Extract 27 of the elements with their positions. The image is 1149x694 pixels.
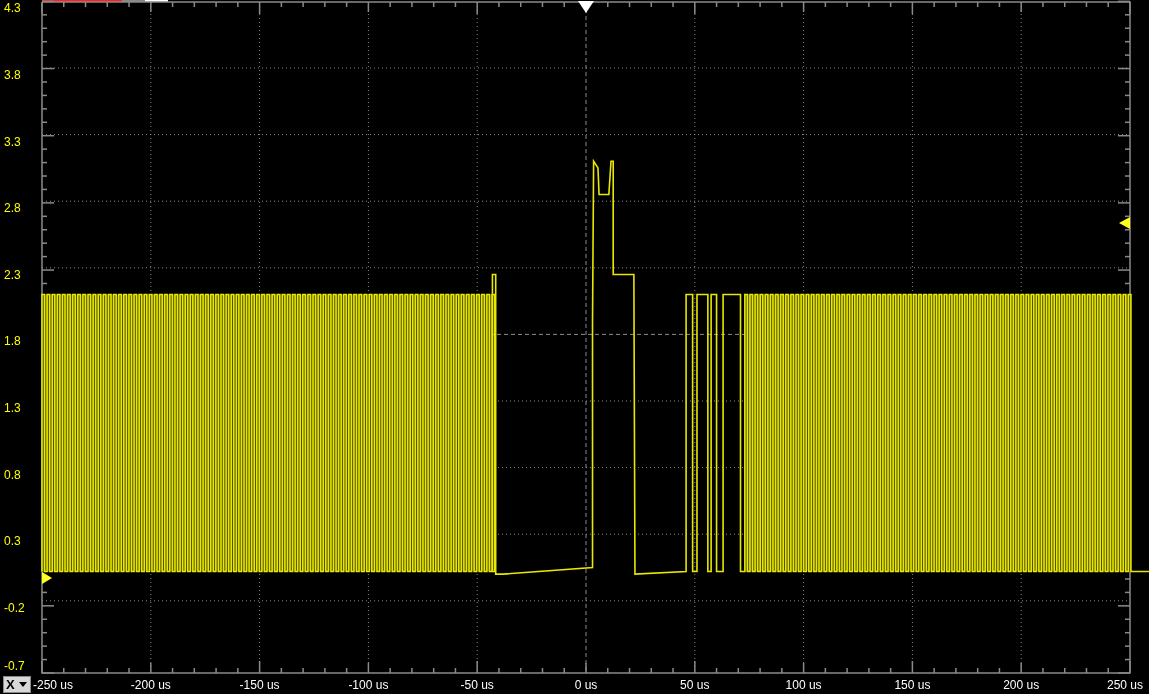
x-axis-label: -200 us bbox=[130, 678, 171, 692]
y-axis-label: 0.8 bbox=[4, 467, 21, 482]
y-axis-label: 1.8 bbox=[4, 334, 21, 349]
y-axis-label: 3.8 bbox=[4, 68, 21, 82]
y-axis-label: 4.3 bbox=[4, 1, 21, 16]
x-axis-label: 200 us bbox=[1003, 678, 1040, 692]
x-axis-label: 50 us bbox=[680, 678, 710, 692]
x-axis-label: 150 us bbox=[894, 678, 931, 692]
x-axis-label: -100 us bbox=[348, 678, 389, 692]
y-axis-label: 2.3 bbox=[4, 267, 21, 282]
trigger-marker-icon[interactable] bbox=[578, 1, 594, 13]
y-axis-label: 0.3 bbox=[4, 534, 21, 549]
x-axis-label: 0 us bbox=[574, 678, 598, 692]
x-axis-label: 250 us bbox=[1106, 678, 1143, 692]
y-axis-label: -0.2 bbox=[4, 600, 25, 615]
y-axis-label: 2.8 bbox=[4, 201, 21, 216]
x-axis-label: -150 us bbox=[239, 678, 280, 692]
y-axis-label: -0.7 bbox=[4, 659, 25, 673]
y-axis-label: 3.3 bbox=[4, 134, 21, 149]
y-axis-label: 1.3 bbox=[4, 401, 21, 415]
x-axis-label: -50 us bbox=[460, 678, 494, 692]
x-axis-label: -250 us bbox=[33, 678, 74, 692]
axis-selector[interactable]: X bbox=[3, 676, 31, 693]
caret-icon bbox=[18, 682, 27, 687]
x-axis-label: 100 us bbox=[785, 678, 822, 692]
channel-ground-marker-icon[interactable] bbox=[42, 572, 52, 584]
trigger-level-marker-icon[interactable] bbox=[1119, 217, 1130, 229]
